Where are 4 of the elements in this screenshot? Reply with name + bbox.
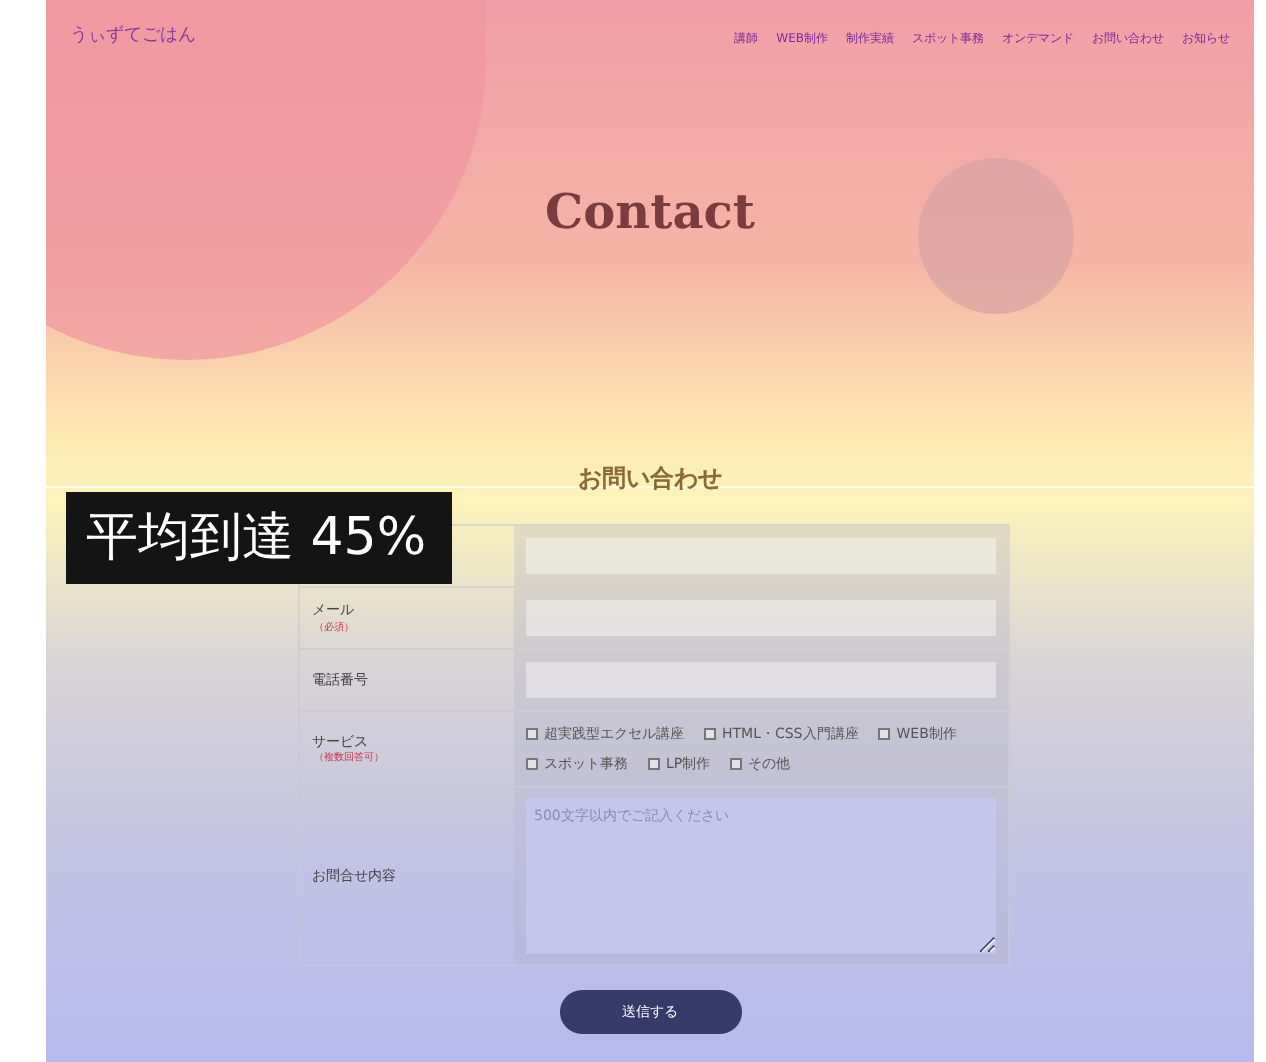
site-logo[interactable]: うぃずてごはん bbox=[70, 24, 196, 52]
section-heading: お問い合わせ bbox=[576, 462, 724, 496]
page-title: Contact bbox=[543, 180, 757, 244]
scroll-reach-label: 平均到達 45% bbox=[66, 492, 452, 584]
